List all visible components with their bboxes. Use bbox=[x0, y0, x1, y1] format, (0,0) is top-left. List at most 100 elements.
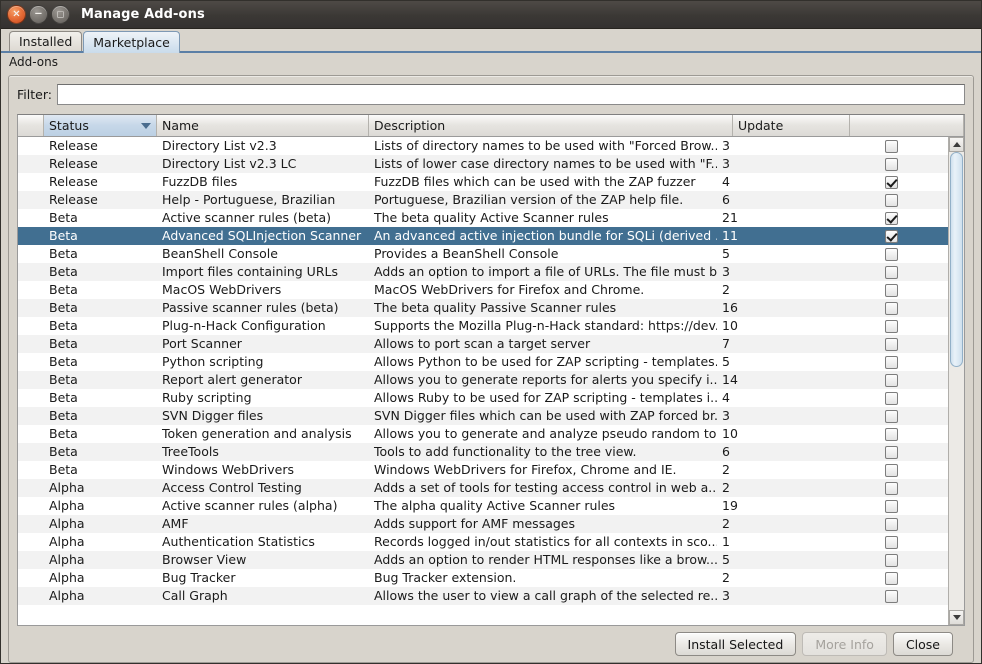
column-header-status[interactable]: Status bbox=[44, 115, 157, 136]
table-row[interactable]: Beta Passive scanner rules (beta) The beta… bbox=[18, 299, 948, 317]
cell-select[interactable] bbox=[834, 445, 948, 459]
table-row[interactable]: Release Directory List v2.3 Lists of direc… bbox=[18, 137, 948, 155]
table-row[interactable]: Beta Python scripting Allows Python to be … bbox=[18, 353, 948, 371]
checkbox-unchecked-icon[interactable] bbox=[884, 391, 898, 405]
table-row[interactable]: Beta Import files containing URLs Adds an … bbox=[18, 263, 948, 281]
table-row[interactable]: Beta TreeTools Tools to add functionality … bbox=[18, 443, 948, 461]
table-row[interactable]: Alpha Call Graph Allows the user to view a… bbox=[18, 587, 948, 605]
checkbox-checked-icon[interactable] bbox=[884, 211, 898, 225]
cell-select[interactable] bbox=[834, 463, 948, 477]
table-row[interactable]: Release Directory List v2.3 LC Lists of lo… bbox=[18, 155, 948, 173]
tab-installed[interactable]: Installed bbox=[9, 31, 83, 51]
scroll-down-button[interactable] bbox=[949, 610, 964, 625]
table-row[interactable]: Beta Token generation and analysis Allows … bbox=[18, 425, 948, 443]
more-info-button[interactable]: More Info bbox=[802, 632, 887, 656]
column-header-select[interactable] bbox=[850, 115, 964, 136]
cell-select[interactable] bbox=[834, 157, 948, 171]
table-row[interactable]: Alpha Bug Tracker Bug Tracker extension. 2 bbox=[18, 569, 948, 587]
table-row[interactable]: Release Help - Portuguese, Brazilian Portu… bbox=[18, 191, 948, 209]
checkbox-unchecked-icon[interactable] bbox=[884, 553, 898, 567]
checkbox-unchecked-icon[interactable] bbox=[884, 445, 898, 459]
checkbox-unchecked-icon[interactable] bbox=[884, 193, 898, 207]
cell-select[interactable] bbox=[834, 409, 948, 423]
table-row[interactable]: Alpha Access Control Testing Adds a set of… bbox=[18, 479, 948, 497]
cell-select[interactable] bbox=[834, 247, 948, 261]
cell-select[interactable] bbox=[834, 193, 948, 207]
cell-select[interactable] bbox=[834, 355, 948, 369]
vertical-scrollbar[interactable] bbox=[948, 137, 964, 625]
checkbox-unchecked-icon[interactable] bbox=[884, 355, 898, 369]
cell-select[interactable] bbox=[834, 229, 948, 243]
table-row[interactable]: Beta Advanced SQLInjection Scanner An adva… bbox=[18, 227, 948, 245]
cell-select[interactable] bbox=[834, 373, 948, 387]
cell-select[interactable] bbox=[834, 499, 948, 513]
table-row[interactable]: Alpha Active scanner rules (alpha) The alp… bbox=[18, 497, 948, 515]
table-row[interactable]: Beta Active scanner rules (beta) The beta … bbox=[18, 209, 948, 227]
checkbox-unchecked-icon[interactable] bbox=[884, 535, 898, 549]
maximize-window-icon[interactable]: □ bbox=[51, 5, 70, 24]
cell-select[interactable] bbox=[834, 571, 948, 585]
cell-name: Call Graph bbox=[162, 588, 228, 603]
scrollbar-track[interactable] bbox=[949, 152, 964, 610]
table-row[interactable]: Beta Port Scanner Allows to port scan a ta… bbox=[18, 335, 948, 353]
cell-select[interactable] bbox=[834, 517, 948, 531]
install-selected-button[interactable]: Install Selected bbox=[674, 632, 797, 656]
column-header-update[interactable]: Update bbox=[733, 115, 850, 136]
table-row[interactable]: Beta BeanShell Console Provides a BeanShel… bbox=[18, 245, 948, 263]
table-row[interactable]: Release FuzzDB files FuzzDB files which ca… bbox=[18, 173, 948, 191]
cell-update: 14 bbox=[722, 372, 738, 387]
checkbox-unchecked-icon[interactable] bbox=[884, 517, 898, 531]
table-row[interactable]: Alpha Browser View Adds an option to rende… bbox=[18, 551, 948, 569]
checkbox-unchecked-icon[interactable] bbox=[884, 427, 898, 441]
table-row[interactable]: Alpha AMF Adds support for AMF messages 2 bbox=[18, 515, 948, 533]
scroll-up-button[interactable] bbox=[949, 137, 964, 152]
table-row[interactable]: Beta Windows WebDrivers Windows WebDrivers… bbox=[18, 461, 948, 479]
cell-select[interactable] bbox=[834, 589, 948, 603]
checkbox-unchecked-icon[interactable] bbox=[884, 571, 898, 585]
close-window-icon[interactable]: × bbox=[7, 5, 26, 24]
cell-select[interactable] bbox=[834, 301, 948, 315]
close-button[interactable]: Close bbox=[892, 632, 953, 656]
cell-select[interactable] bbox=[834, 211, 948, 225]
cell-select[interactable] bbox=[834, 319, 948, 333]
table-row[interactable]: Beta SVN Digger files SVN Digger files whi… bbox=[18, 407, 948, 425]
checkbox-unchecked-icon[interactable] bbox=[884, 265, 898, 279]
checkbox-checked-icon[interactable] bbox=[884, 175, 898, 189]
checkbox-unchecked-icon[interactable] bbox=[884, 301, 898, 315]
checkbox-unchecked-icon[interactable] bbox=[884, 247, 898, 261]
minimize-window-icon[interactable]: − bbox=[29, 5, 48, 24]
cell-select[interactable] bbox=[834, 175, 948, 189]
checkbox-unchecked-icon[interactable] bbox=[884, 373, 898, 387]
table-row[interactable]: Alpha Authentication Statistics Records lo… bbox=[18, 533, 948, 551]
filter-input[interactable] bbox=[56, 84, 965, 105]
cell-select[interactable] bbox=[834, 139, 948, 153]
checkbox-checked-icon[interactable] bbox=[884, 229, 898, 243]
column-header-grip[interactable] bbox=[18, 115, 44, 136]
checkbox-unchecked-icon[interactable] bbox=[884, 481, 898, 495]
column-header-description[interactable]: Description bbox=[369, 115, 733, 136]
table-row[interactable]: Beta Report alert generator Allows you to … bbox=[18, 371, 948, 389]
table-row[interactable]: Beta Plug-n-Hack Configuration Supports th… bbox=[18, 317, 948, 335]
checkbox-unchecked-icon[interactable] bbox=[884, 139, 898, 153]
checkbox-unchecked-icon[interactable] bbox=[884, 463, 898, 477]
checkbox-unchecked-icon[interactable] bbox=[884, 283, 898, 297]
checkbox-unchecked-icon[interactable] bbox=[884, 589, 898, 603]
scrollbar-thumb[interactable] bbox=[950, 152, 963, 368]
cell-select[interactable] bbox=[834, 427, 948, 441]
tab-marketplace[interactable]: Marketplace bbox=[83, 31, 180, 53]
checkbox-unchecked-icon[interactable] bbox=[884, 409, 898, 423]
cell-select[interactable] bbox=[834, 265, 948, 279]
cell-select[interactable] bbox=[834, 481, 948, 495]
checkbox-unchecked-icon[interactable] bbox=[884, 499, 898, 513]
table-row[interactable]: Beta MacOS WebDrivers MacOS WebDrivers for… bbox=[18, 281, 948, 299]
table-row[interactable]: Beta Ruby scripting Allows Ruby to be used… bbox=[18, 389, 948, 407]
cell-select[interactable] bbox=[834, 283, 948, 297]
checkbox-unchecked-icon[interactable] bbox=[884, 157, 898, 171]
cell-select[interactable] bbox=[834, 337, 948, 351]
cell-select[interactable] bbox=[834, 553, 948, 567]
cell-select[interactable] bbox=[834, 535, 948, 549]
checkbox-unchecked-icon[interactable] bbox=[884, 319, 898, 333]
cell-select[interactable] bbox=[834, 391, 948, 405]
column-header-name[interactable]: Name bbox=[157, 115, 369, 136]
checkbox-unchecked-icon[interactable] bbox=[884, 337, 898, 351]
